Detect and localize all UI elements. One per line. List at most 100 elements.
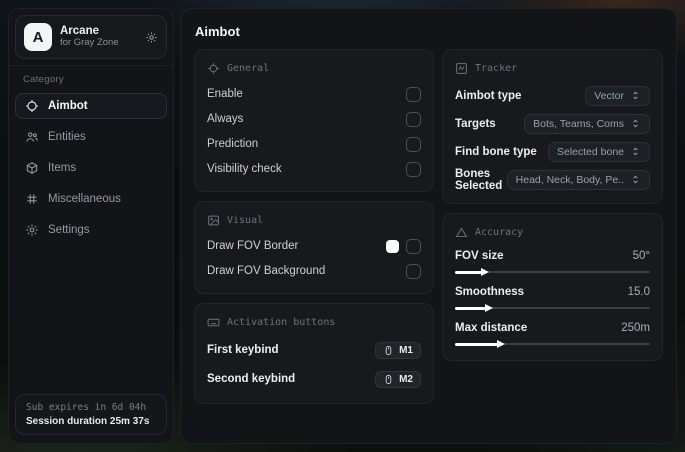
sidebar-item-items[interactable]: Items <box>15 155 167 181</box>
setting-label: Smoothness <box>455 286 525 298</box>
sidebar-divider <box>9 65 173 66</box>
sidebar-item-label: Items <box>48 162 77 174</box>
slider-thumb[interactable] <box>481 268 490 276</box>
content-columns: General Enable Always Prediction Visibil… <box>181 49 676 404</box>
crosshair-icon <box>207 62 220 75</box>
prediction-checkbox[interactable] <box>406 136 421 152</box>
sidebar-item-miscellaneous[interactable]: Miscellaneous <box>15 186 167 212</box>
find-bone-type-select[interactable]: Selected bone <box>547 141 650 162</box>
sidebar-item-label: Aimbot <box>48 100 88 112</box>
activation-card: Activation buttons First keybind M1 Seco… <box>194 303 434 404</box>
fov-size-slider[interactable] <box>455 267 650 277</box>
setting-row: Draw FOV Background <box>207 260 421 282</box>
accuracy-card-title: Accuracy <box>475 227 524 238</box>
box-icon <box>24 161 39 175</box>
sidebar-item-aimbot[interactable]: Aimbot <box>15 93 167 119</box>
max-distance-slider[interactable] <box>455 339 650 349</box>
setting-label: Always <box>207 113 244 125</box>
setting-row: Enable <box>207 83 421 105</box>
tracker-card-header: Tracker <box>455 62 650 75</box>
app-header-text: Arcane for Gray Zone <box>60 25 137 49</box>
crosshair-icon <box>24 99 39 113</box>
app-header[interactable]: A Arcane for Gray Zone <box>15 15 167 59</box>
max-distance-setting: Max distance 250m <box>455 319 650 349</box>
gear-icon[interactable] <box>145 31 158 44</box>
tracker-card: Tracker Aimbot type Vector Targets Bots,… <box>442 49 663 204</box>
draw-fov-background-checkbox[interactable] <box>406 263 421 279</box>
category-label: Category <box>23 74 64 85</box>
visual-card-header: Visual <box>207 214 421 227</box>
bones-selected-select[interactable]: Head, Neck, Body, Pe.. <box>506 169 650 190</box>
activity-icon <box>455 62 468 75</box>
setting-row: Visibility check <box>207 158 421 180</box>
sidebar: A Arcane for Gray Zone Category Aimbot E… <box>8 8 174 444</box>
setting-label: Bones Selected <box>455 167 503 192</box>
image-icon <box>207 214 220 227</box>
mouse-icon <box>383 374 394 385</box>
slider-value: 50° <box>632 250 650 262</box>
subscription-info: Sub expires in 6d 04h Session duration 2… <box>15 394 167 435</box>
setting-row: Bones Selected Head, Neck, Body, Pe.. <box>455 167 650 192</box>
draw-fov-border-checkbox[interactable] <box>406 238 421 254</box>
slider-thumb[interactable] <box>496 340 505 348</box>
setting-row: Second keybind M2 <box>207 366 421 392</box>
gear-icon <box>24 223 39 237</box>
setting-label: First keybind <box>207 344 279 356</box>
slider-value: 250m <box>621 322 650 334</box>
setting-label: Prediction <box>207 138 259 150</box>
select-value: Vector <box>594 89 624 102</box>
setting-label: Draw FOV Border <box>207 240 299 252</box>
smoothness-setting: Smoothness 15.0 <box>455 283 650 313</box>
sidebar-item-settings[interactable]: Settings <box>15 217 167 243</box>
setting-row: Aimbot type Vector <box>455 83 650 108</box>
general-card: General Enable Always Prediction Visibil… <box>194 49 434 192</box>
mouse-icon <box>383 345 394 356</box>
page-title: Aimbot <box>195 24 240 39</box>
slider-value: 15.0 <box>627 286 650 298</box>
slider-thumb[interactable] <box>485 304 494 312</box>
general-card-header: General <box>207 62 421 75</box>
setting-row: Targets Bots, Teams, Coms <box>455 111 650 136</box>
sidebar-item-label: Entities <box>48 131 86 143</box>
users-icon <box>24 130 39 144</box>
sidebar-nav: Aimbot Entities Items Miscellaneous Sett… <box>9 93 173 243</box>
smoothness-slider[interactable] <box>455 303 650 313</box>
targets-select[interactable]: Bots, Teams, Coms <box>524 113 650 134</box>
setting-row: Prediction <box>207 133 421 155</box>
setting-row: First keybind M1 <box>207 337 421 363</box>
setting-label: Draw FOV Background <box>207 265 326 277</box>
main-panel: Aimbot General Enable Always Prediction … <box>180 8 677 444</box>
setting-controls <box>386 238 421 254</box>
chevrons-up-down-icon <box>630 90 641 101</box>
grid-icon <box>24 192 39 206</box>
sidebar-item-label: Settings <box>48 224 90 236</box>
setting-row: Always <box>207 108 421 130</box>
activation-card-header: Activation buttons <box>207 316 421 329</box>
sub-expires-text: Sub expires in 6d 04h <box>26 402 147 413</box>
keybind-value: M1 <box>399 344 413 356</box>
enable-checkbox[interactable] <box>406 86 421 102</box>
setting-label: Find bone type <box>455 145 537 158</box>
setting-label: Enable <box>207 88 243 100</box>
second-keybind-button[interactable]: M2 <box>375 370 421 388</box>
aimbot-type-select[interactable]: Vector <box>585 85 650 106</box>
left-column: General Enable Always Prediction Visibil… <box>194 49 434 404</box>
slider-fill <box>455 304 494 312</box>
visibility-check-checkbox[interactable] <box>406 161 421 177</box>
slider-labels: FOV size 50° <box>455 247 650 265</box>
keybind-value: M2 <box>399 373 413 385</box>
visual-card-title: Visual <box>227 215 264 226</box>
setting-label: FOV size <box>455 250 504 262</box>
setting-label: Visibility check <box>207 163 282 175</box>
fov-border-color-swatch[interactable] <box>386 239 399 253</box>
slider-fill <box>455 340 505 348</box>
setting-label: Targets <box>455 117 496 130</box>
select-value: Bots, Teams, Coms <box>533 117 624 130</box>
select-value: Head, Neck, Body, Pe.. <box>515 173 624 186</box>
sidebar-item-entities[interactable]: Entities <box>15 124 167 150</box>
chevrons-up-down-icon <box>630 118 641 129</box>
setting-row: Draw FOV Border <box>207 235 421 257</box>
always-checkbox[interactable] <box>406 111 421 127</box>
app-logo: A <box>24 23 52 51</box>
first-keybind-button[interactable]: M1 <box>375 341 421 359</box>
